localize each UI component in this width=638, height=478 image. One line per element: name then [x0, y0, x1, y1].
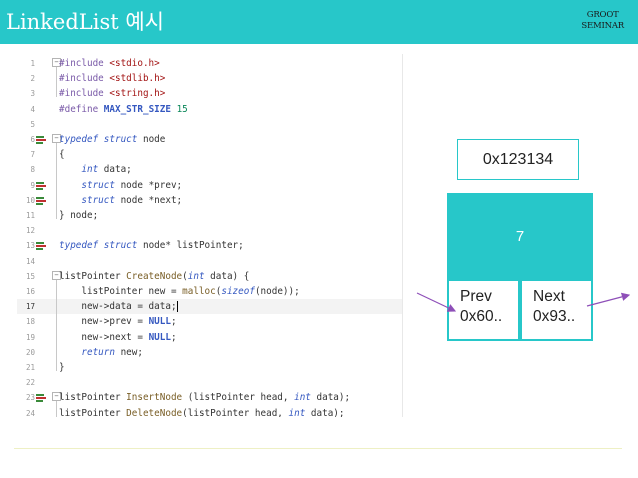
- line-number: 12: [25, 226, 35, 236]
- code-line[interactable]: 12: [17, 223, 402, 238]
- bookmark-marker-icon[interactable]: [36, 135, 47, 144]
- line-number: 19: [25, 332, 35, 342]
- line-number: 3: [30, 89, 35, 99]
- line-number: 22: [25, 378, 35, 388]
- code-text: typedef struct node: [59, 134, 166, 145]
- prev-pointer-cell: Prev 0x60..: [448, 280, 519, 340]
- code-line[interactable]: 18 new->prev = NULL;: [17, 314, 402, 329]
- bookmark-marker-icon[interactable]: [36, 393, 47, 403]
- code-text: #include <stdio.h>: [59, 58, 160, 69]
- code-line[interactable]: 3 #include <string.h>: [17, 86, 402, 101]
- line-number: 20: [25, 347, 35, 357]
- bookmark-marker-icon[interactable]: [36, 196, 47, 205]
- line-number: 14: [25, 256, 35, 266]
- code-text: listPointer new = malloc(sizeof(node));: [59, 286, 300, 297]
- code-text: int data;: [81, 164, 132, 176]
- code-line[interactable]: 7{: [17, 147, 402, 162]
- code-line[interactable]: 6− typedef struct node: [17, 132, 402, 147]
- code-text: } node;: [59, 210, 99, 221]
- code-line[interactable]: 10 struct node *next;: [17, 193, 402, 208]
- line-number: 4: [30, 104, 35, 114]
- title-bar: LinkedList 예시 GROOT SEMINAR: [0, 0, 638, 44]
- fold-guide: [56, 279, 57, 371]
- line-number: 8: [30, 165, 35, 175]
- slide-title: LinkedList 예시: [6, 10, 164, 34]
- code-text: new->data = data;: [59, 301, 178, 313]
- bookmark-marker-icon[interactable]: [36, 181, 47, 190]
- fold-guide: [56, 67, 57, 98]
- line-number: 10: [25, 195, 35, 205]
- code-line[interactable]: 11 } node;: [17, 208, 402, 223]
- line-number: 23: [25, 393, 35, 403]
- next-pointer-cell: Next 0x93..: [521, 280, 592, 340]
- code-text: new->next = NULL;: [59, 331, 177, 343]
- code-line[interactable]: 22: [17, 375, 402, 390]
- line-number: 24: [25, 408, 35, 417]
- line-number: 11: [25, 211, 35, 220]
- code-text: new->prev = NULL;: [59, 316, 177, 328]
- logo-line-groot: GROOT: [586, 10, 619, 20]
- code-line[interactable]: 14: [17, 254, 402, 269]
- line-number: 2: [30, 74, 35, 84]
- code-text: #include <string.h>: [59, 88, 166, 100]
- line-number: 21: [25, 363, 35, 372]
- node-address-box: 0x123134: [457, 139, 579, 180]
- node-address: 0x123134: [482, 150, 554, 168]
- code-line[interactable]: 9 struct node *prev;: [17, 178, 402, 193]
- prev-value: 0x60..: [460, 308, 503, 325]
- code-text: struct node *prev;: [81, 179, 183, 191]
- code-line[interactable]: 5: [17, 117, 402, 132]
- code-text: {: [59, 149, 65, 161]
- prev-label: Prev: [460, 288, 492, 305]
- code-text: return new;: [81, 346, 143, 358]
- logo-line-seminar: SEMINAR: [581, 21, 624, 31]
- code-text: listPointer DeleteNode(listPointer head,…: [59, 407, 345, 417]
- line-number: 15: [25, 271, 35, 281]
- code-line[interactable]: 2 #include <stdlib.h>: [17, 71, 402, 86]
- code-line[interactable]: 4 #define MAX_STR_SIZE 15: [17, 102, 402, 117]
- code-line[interactable]: 20 return new;: [17, 345, 402, 360]
- code-line[interactable]: 24 listPointer DeleteNode(listPointer hea…: [17, 406, 402, 417]
- line-number: 7: [30, 150, 35, 160]
- code-text: struct node *next;: [81, 194, 183, 206]
- line-number: 18: [25, 317, 35, 327]
- code-line[interactable]: 1− #include <stdio.h>: [17, 56, 402, 71]
- line-number: 9: [30, 180, 35, 190]
- next-value: 0x93..: [533, 308, 576, 325]
- code-text: }: [59, 362, 65, 373]
- line-number: 5: [30, 119, 35, 129]
- code-line[interactable]: 19 new->next = NULL;: [17, 330, 402, 345]
- code-line[interactable]: 15− listPointer CreateNode(int data) {: [17, 269, 402, 284]
- line-number: 1: [30, 59, 35, 68]
- line-number: 6: [30, 135, 35, 144]
- node-data-value: 7: [515, 227, 525, 245]
- code-editor[interactable]: 1− #include <stdio.h> 2 #include <stdlib.h>…: [17, 54, 403, 417]
- line-number: 16: [25, 287, 35, 296]
- code-text: listPointer CreateNode(int data) {: [59, 270, 250, 282]
- code-line[interactable]: 16 listPointer new = malloc(sizeof(node)…: [17, 284, 402, 299]
- code-text: #define MAX_STR_SIZE 15: [59, 103, 188, 115]
- code-text: #include <stdlib.h>: [59, 73, 166, 85]
- linked-list-node: 7 Prev 0x60.. Next 0x93..: [447, 193, 593, 341]
- code-line[interactable]: 21}: [17, 360, 402, 375]
- footer-divider: [14, 448, 622, 449]
- line-number: 13: [25, 241, 35, 251]
- next-label: Next: [533, 288, 565, 305]
- code-text: listPointer InsertNode (listPointer head…: [59, 392, 351, 404]
- fold-guide: [56, 401, 57, 417]
- code-text: typedef struct node* listPointer;: [59, 240, 244, 252]
- groot-seminar-logo: GROOT SEMINAR: [581, 10, 624, 32]
- code-line[interactable]: 17 new->data = data;: [17, 299, 402, 315]
- line-number: 17: [25, 302, 35, 312]
- code-line[interactable]: 13 typedef struct node* listPointer;: [17, 238, 402, 253]
- next-arrow: [586, 292, 631, 307]
- code-line[interactable]: 8 int data;: [17, 162, 402, 177]
- code-line[interactable]: 23− listPointer InsertNode (listPointer h…: [17, 390, 402, 405]
- bookmark-marker-icon[interactable]: [36, 241, 47, 251]
- fold-guide: [56, 143, 57, 219]
